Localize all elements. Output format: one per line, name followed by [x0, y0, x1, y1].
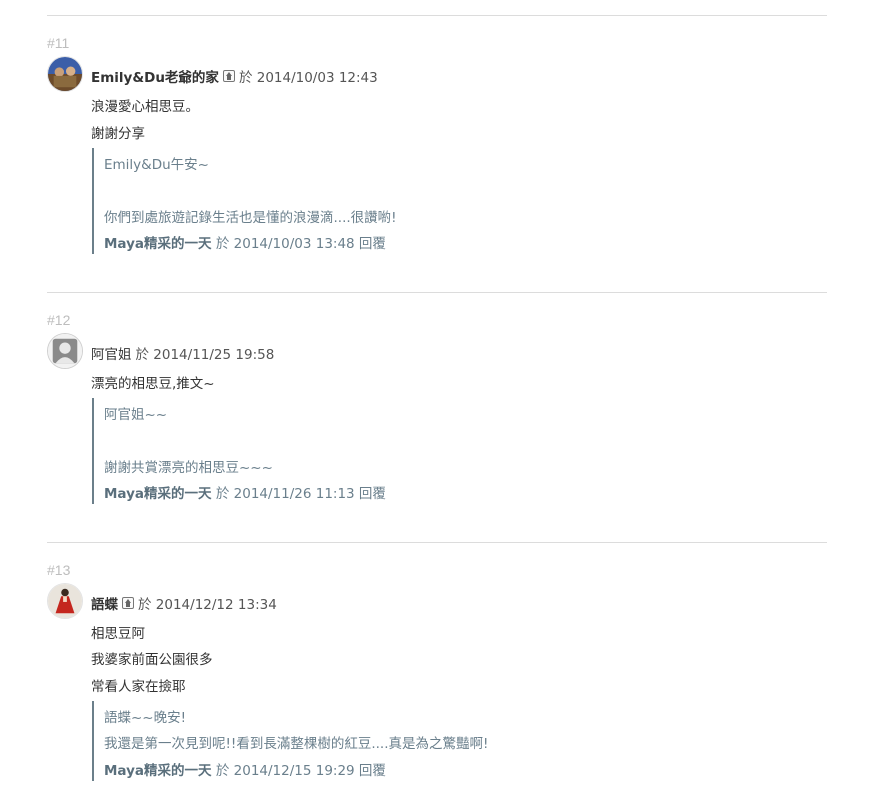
default-user-icon: [48, 334, 82, 368]
replier-link[interactable]: Maya精采的一天: [104, 763, 212, 779]
reply-text: 語蝶~~晚安!: [104, 710, 187, 726]
reply-block: 語蝶~~晚安! 我還是第一次見到呢!!看到長滿整棵樹的紅豆....真是為之驚豔啊…: [92, 701, 792, 781]
comment-text: 漂亮的相思豆,推文~: [91, 376, 215, 392]
replier-link[interactable]: Maya精采的一天: [104, 236, 212, 252]
reply-time: 於 2014/10/03 13:48 回覆: [215, 236, 386, 252]
comment-text: 我婆家前面公園很多: [91, 652, 213, 668]
avatar-photo-icon: [48, 57, 82, 91]
reply-text: Emily&Du午安~: [104, 157, 209, 173]
avatar-figure-icon: [48, 584, 82, 618]
comment-time: 於 2014/10/03 12:43: [238, 70, 378, 86]
avatar[interactable]: [47, 333, 83, 369]
reply-block: 阿官姐~~ 謝謝共賞漂亮的相思豆~~~ Maya精采的一天 於 2014/11/…: [92, 398, 792, 504]
divider: [47, 542, 827, 543]
comment-time: 於 2014/11/25 19:58: [135, 347, 275, 363]
reply-signature: Maya精采的一天 於 2014/12/15 19:29 回覆: [104, 759, 386, 779]
avatar[interactable]: [47, 56, 83, 92]
comment-number[interactable]: #11: [47, 35, 69, 51]
author-link[interactable]: 語蝶: [91, 593, 118, 613]
author-link[interactable]: 阿官姐: [91, 343, 132, 363]
reply-text: 阿官姐~~: [104, 407, 168, 423]
reply-text: 我還是第一次見到呢!!看到長滿整棵樹的紅豆....真是為之驚豔啊!: [104, 736, 489, 752]
reply-signature: Maya精采的一天 於 2014/10/03 13:48 回覆: [104, 232, 386, 252]
home-icon[interactable]: [122, 597, 134, 609]
comment-text: 相思豆阿: [91, 626, 145, 642]
reply-text: 謝謝共賞漂亮的相思豆~~~: [104, 460, 273, 476]
comment-time: 於 2014/12/12 13:34: [138, 597, 277, 613]
reply-time: 於 2014/11/26 11:13 回覆: [215, 486, 386, 502]
comment-meta: Emily&Du老爺的家 於 2014/10/03 12:43: [91, 66, 378, 86]
comment-meta: 阿官姐 於 2014/11/25 19:58: [91, 343, 274, 363]
comment-text: 浪漫愛心相思豆。: [91, 99, 199, 115]
reply-block: Emily&Du午安~ 你們到處旅遊記錄生活也是懂的浪漫滴....很讚喲! Ma…: [92, 148, 792, 254]
comment-meta: 語蝶 於 2014/12/12 13:34: [91, 593, 277, 613]
divider: [47, 15, 827, 16]
comment-text: 常看人家在撿耶: [91, 679, 186, 695]
replier-link[interactable]: Maya精采的一天: [104, 486, 212, 502]
home-icon[interactable]: [222, 70, 235, 82]
comment-text: 謝謝分享: [91, 126, 145, 142]
reply-text: 你們到處旅遊記錄生活也是懂的浪漫滴....很讚喲!: [104, 210, 397, 226]
author-link[interactable]: Emily&Du老爺的家: [91, 66, 219, 86]
reply-time: 於 2014/12/15 19:29 回覆: [215, 763, 386, 779]
divider: [47, 292, 827, 293]
reply-signature: Maya精采的一天 於 2014/11/26 11:13 回覆: [104, 482, 386, 502]
comment-number[interactable]: #13: [47, 562, 70, 578]
comment-number[interactable]: #12: [47, 312, 70, 328]
avatar[interactable]: [47, 583, 83, 619]
